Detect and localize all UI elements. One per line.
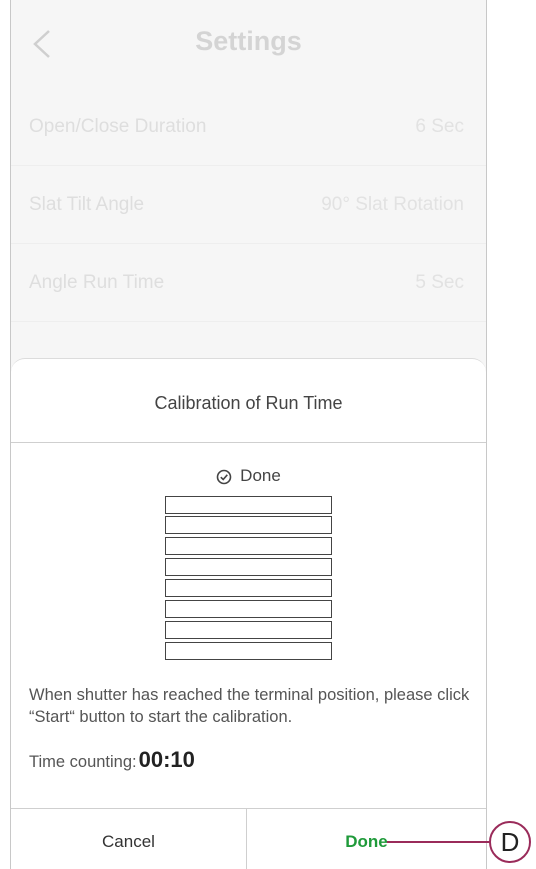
- time-counter: Time counting:00:10: [29, 747, 195, 773]
- cancel-button[interactable]: Cancel: [11, 809, 247, 869]
- shutter-slat: [165, 579, 332, 597]
- row-label: Angle Run Time: [29, 272, 165, 293]
- callout-line: [387, 841, 490, 843]
- settings-row-open-close-duration[interactable]: Open/Close Duration 6 Sec: [11, 88, 486, 166]
- phone-screen: Settings Open/Close Duration 6 Sec Slat …: [10, 0, 487, 869]
- shutter-icon: [165, 496, 332, 661]
- row-value: 6 Sec: [415, 116, 464, 137]
- check-circle-icon: [216, 469, 232, 484]
- shutter-slat: [165, 496, 332, 514]
- shutter-slat: [165, 516, 332, 534]
- shutter-slat: [165, 642, 332, 660]
- shutter-slat: [165, 600, 332, 618]
- row-label: Slat Tilt Angle: [29, 194, 145, 215]
- shutter-slat: [165, 558, 332, 576]
- callout-marker: D: [489, 821, 531, 863]
- row-label: Open/Close Duration: [29, 116, 207, 137]
- divider: [11, 442, 486, 443]
- time-counting-label: Time counting:: [29, 753, 137, 771]
- page-title: Settings: [195, 26, 302, 56]
- instruction-text: When shutter has reached the terminal po…: [29, 686, 470, 726]
- dialog-title: Calibration of Run Time: [154, 393, 343, 413]
- settings-row-angle-run-time[interactable]: Angle Run Time 5 Sec: [11, 244, 486, 322]
- done-button[interactable]: Done: [247, 809, 486, 869]
- status-text: Done: [240, 466, 281, 485]
- shutter-slat: [165, 621, 332, 639]
- row-value: 90° Slat Rotation: [321, 194, 464, 215]
- status-indicator: Done: [11, 466, 486, 486]
- time-counting-value: 00:10: [138, 747, 195, 772]
- shutter-slat: [165, 537, 332, 555]
- row-value: 5 Sec: [415, 272, 464, 293]
- settings-row-slat-tilt-angle[interactable]: Slat Tilt Angle 90° Slat Rotation: [11, 166, 486, 244]
- header: Settings: [11, 0, 486, 89]
- calibration-dialog: Calibration of Run Time Done When shutte…: [11, 358, 486, 869]
